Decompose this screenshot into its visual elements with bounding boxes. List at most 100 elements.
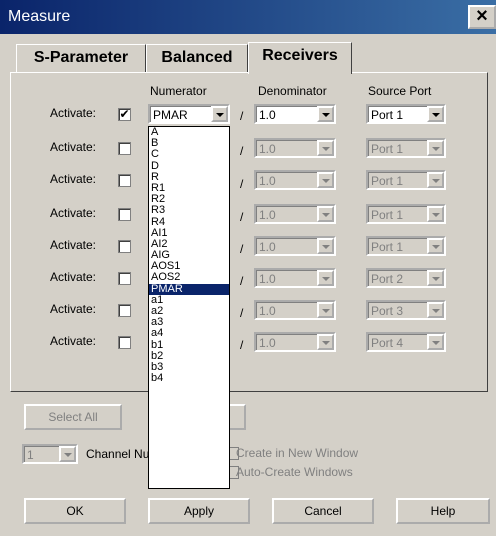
- chevron-down-icon: [322, 245, 330, 249]
- chevron-down-icon: [432, 213, 440, 217]
- denominator-value: 1.0: [259, 240, 276, 254]
- activate-checkbox[interactable]: [118, 174, 131, 187]
- dropdown-button[interactable]: [427, 172, 444, 188]
- activate-checkbox[interactable]: [118, 304, 131, 317]
- port-value: Port 4: [371, 336, 404, 350]
- dropdown-option[interactable]: R3: [149, 205, 229, 216]
- dropdown-option[interactable]: A: [149, 126, 229, 138]
- numerator-header: Numerator: [150, 84, 207, 98]
- close-icon: ×: [476, 5, 488, 27]
- divide-symbol: /: [240, 274, 244, 288]
- dropdown-option[interactable]: b4: [149, 373, 229, 384]
- dropdown-button[interactable]: [427, 106, 444, 122]
- dropdown-button[interactable]: [427, 140, 444, 156]
- dropdown-button[interactable]: [427, 270, 444, 286]
- port-value: Port 2: [371, 272, 404, 286]
- dropdown-button[interactable]: [427, 302, 444, 318]
- activate-label: Activate:: [50, 106, 97, 120]
- help-label: Help: [430, 504, 456, 518]
- activate-checkbox[interactable]: [118, 142, 131, 155]
- denominator-select[interactable]: 1.0: [254, 170, 336, 190]
- source-port-select[interactable]: Port 4: [366, 332, 446, 352]
- denominator-select[interactable]: 1.0: [254, 138, 336, 158]
- denominator-select[interactable]: 1.0: [254, 204, 336, 224]
- chevron-down-icon: [322, 341, 330, 345]
- numerator-dropdown-list[interactable]: A B C D R R1 R2 R3 R4 AI1 AI2 AIG AOS1 AOS2 PMAR a1 a2 a3…: [148, 126, 230, 489]
- ok-button[interactable]: OK: [24, 498, 126, 524]
- source-port-select[interactable]: Port 1: [366, 138, 446, 158]
- help-button[interactable]: Help: [396, 498, 490, 524]
- dropdown-option[interactable]: a4: [149, 328, 229, 339]
- source-port-select[interactable]: Port 1: [366, 104, 446, 124]
- source-port-select[interactable]: Port 1: [366, 236, 446, 256]
- tab-receivers[interactable]: Receivers: [248, 42, 352, 74]
- dropdown-button[interactable]: [59, 446, 76, 462]
- dropdown-button[interactable]: [427, 238, 444, 254]
- denominator-select[interactable]: 1.0: [254, 268, 336, 288]
- dropdown-button[interactable]: [317, 206, 334, 222]
- denominator-select[interactable]: 1.0: [254, 236, 336, 256]
- port-value: Port 1: [371, 240, 404, 254]
- apply-button[interactable]: Apply: [148, 498, 250, 524]
- close-button[interactable]: ×: [468, 5, 496, 29]
- dropdown-button[interactable]: [317, 172, 334, 188]
- activate-checkbox[interactable]: ✔: [118, 108, 131, 121]
- cancel-button[interactable]: Cancel: [272, 498, 374, 524]
- chevron-down-icon: [216, 113, 224, 117]
- chevron-down-icon: [322, 213, 330, 217]
- dropdown-option[interactable]: D: [149, 160, 229, 172]
- dropdown-option[interactable]: B: [149, 138, 229, 149]
- tab-label: Balanced: [161, 49, 233, 66]
- divide-symbol: /: [240, 242, 244, 256]
- channel-number-select[interactable]: 1: [22, 444, 78, 464]
- dropdown-button[interactable]: [427, 334, 444, 350]
- activate-label: Activate:: [50, 334, 97, 348]
- denominator-value: 1.0: [259, 336, 276, 350]
- activate-label: Activate:: [50, 238, 97, 252]
- tab-balanced[interactable]: Balanced: [146, 44, 248, 72]
- dropdown-button[interactable]: [317, 334, 334, 350]
- apply-label: Apply: [183, 504, 215, 518]
- divide-symbol: /: [240, 210, 244, 224]
- dropdown-button[interactable]: [211, 106, 228, 122]
- dropdown-option[interactable]: R4: [149, 216, 229, 228]
- denominator-select[interactable]: 1.0: [254, 300, 336, 320]
- window-title: Measure: [8, 8, 71, 25]
- source-port-select[interactable]: Port 2: [366, 268, 446, 288]
- select-all-button[interactable]: Select All: [24, 404, 122, 430]
- chevron-down-icon: [322, 179, 330, 183]
- source-port-header: Source Port: [368, 84, 432, 98]
- source-port-select[interactable]: Port 1: [366, 204, 446, 224]
- dropdown-option[interactable]: C: [149, 149, 229, 160]
- dropdown-button[interactable]: [317, 140, 334, 156]
- activate-checkbox[interactable]: [118, 336, 131, 349]
- auto-create-windows-label: Auto-Create Windows: [236, 465, 353, 479]
- denominator-select[interactable]: 1.0: [254, 332, 336, 352]
- dropdown-button[interactable]: [317, 270, 334, 286]
- activate-label: Activate:: [50, 140, 97, 154]
- tab-s-parameter[interactable]: S-Parameter: [16, 44, 146, 72]
- activate-checkbox[interactable]: [118, 208, 131, 221]
- dropdown-button[interactable]: [317, 238, 334, 254]
- denominator-value: 1.0: [259, 208, 276, 222]
- numerator-value: PMAR: [153, 108, 188, 122]
- channel-value: 1: [27, 448, 34, 462]
- cancel-label: Cancel: [304, 504, 342, 518]
- source-port-select[interactable]: Port 1: [366, 170, 446, 190]
- ok-label: OK: [66, 504, 84, 518]
- port-value: Port 3: [371, 304, 404, 318]
- activate-label: Activate:: [50, 302, 97, 316]
- dropdown-button[interactable]: [317, 302, 334, 318]
- dropdown-button[interactable]: [427, 206, 444, 222]
- dropdown-option[interactable]: AOS2: [149, 272, 229, 283]
- dropdown-button[interactable]: [317, 106, 334, 122]
- activate-checkbox[interactable]: [118, 240, 131, 253]
- denominator-value: 1.0: [259, 108, 276, 122]
- source-port-select[interactable]: Port 3: [366, 300, 446, 320]
- activate-checkbox[interactable]: [118, 272, 131, 285]
- denominator-value: 1.0: [259, 272, 276, 286]
- divide-symbol: /: [240, 306, 244, 320]
- denominator-select[interactable]: 1.0: [254, 104, 336, 124]
- numerator-select[interactable]: PMAR: [148, 104, 230, 124]
- chevron-down-icon: [64, 453, 72, 457]
